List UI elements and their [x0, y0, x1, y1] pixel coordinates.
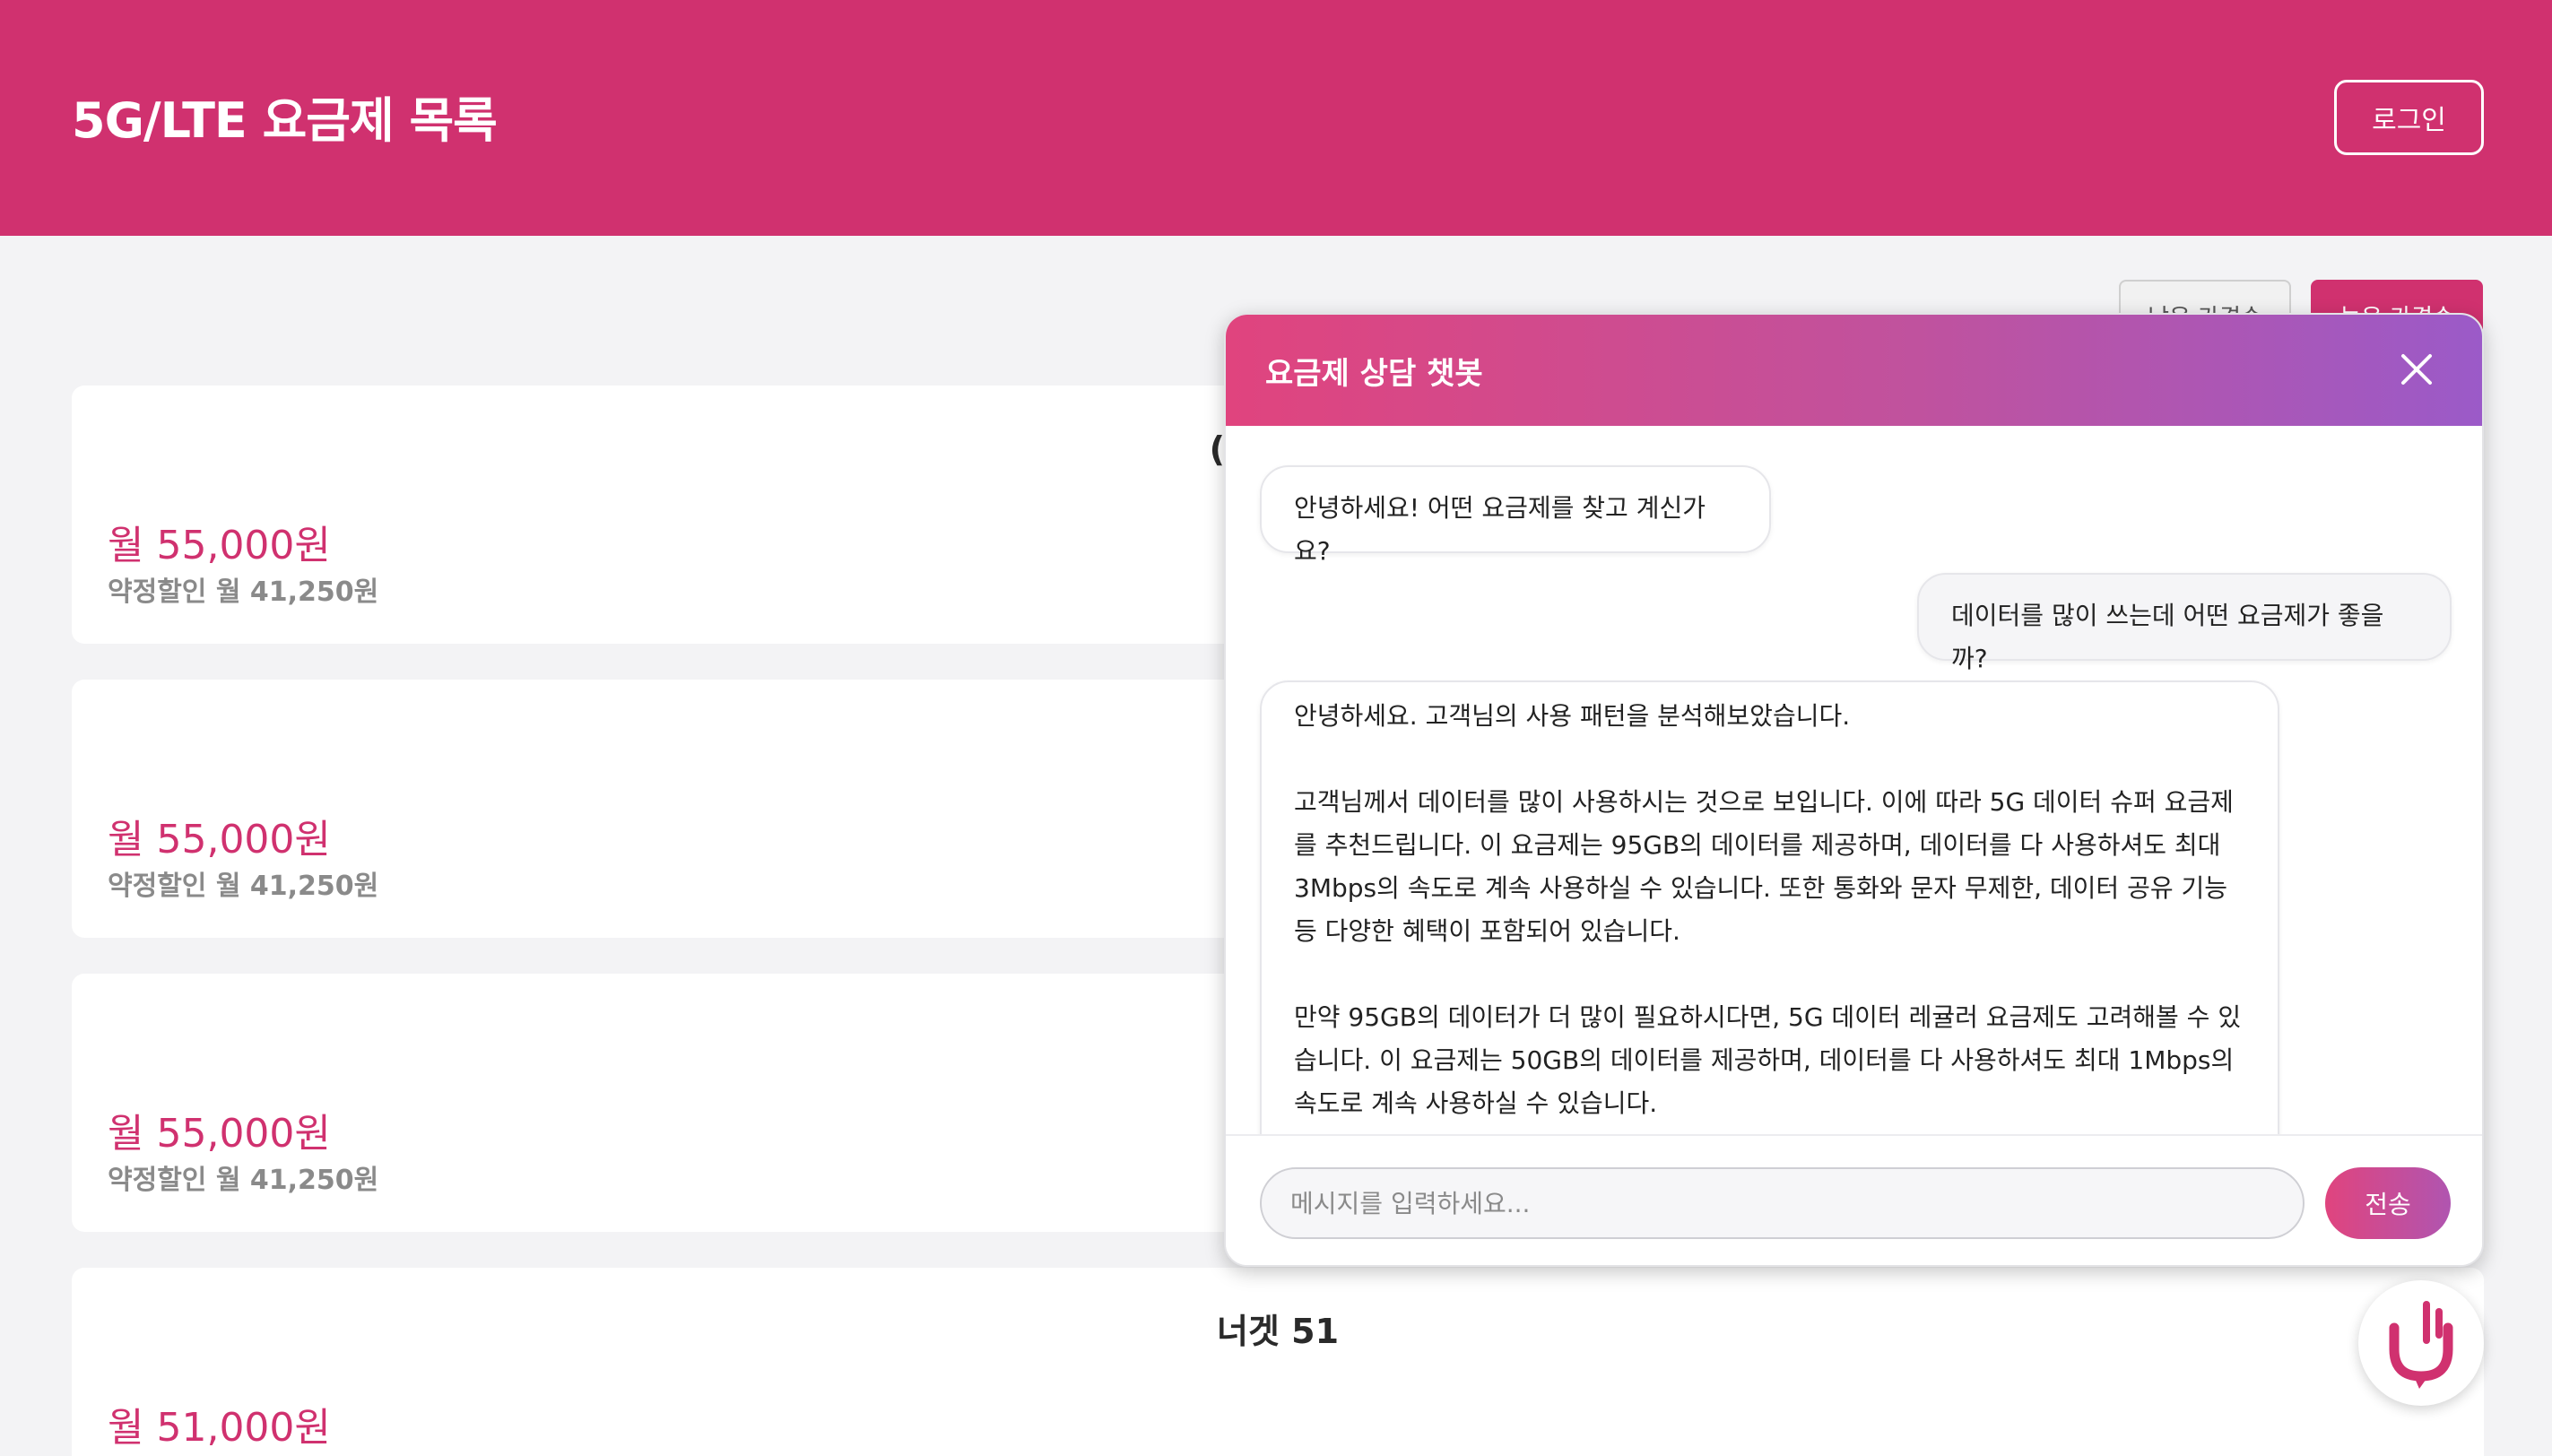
message-text: 데이터를 많이 쓰는데 어떤 요금제가 좋을까? — [1951, 601, 2384, 673]
bot-message: 안녕하세요! 어떤 요금제를 찾고 계신가요? — [1260, 465, 1771, 566]
chat-input-area: 전송 — [1226, 1134, 2482, 1265]
plan-discount: 약정할인 월 41,250원 — [108, 576, 379, 608]
login-button[interactable]: 로그인 — [2334, 80, 2484, 155]
chatbot-logo-icon — [2389, 1301, 2453, 1389]
message-input[interactable] — [1260, 1167, 2305, 1239]
chatbot-window: 요금제 상담 챗봇 안녕하세요! 어떤 요금제를 찾고 계신가요? 데이터를 많… — [1224, 313, 2484, 1267]
chatbot-header: 요금제 상담 챗봇 — [1226, 315, 2482, 426]
page-title: 5G/LTE 요금제 목록 — [72, 92, 498, 149]
user-message: 데이터를 많이 쓰는데 어떤 요금제가 좋을까? — [1917, 573, 2452, 673]
message-text: 안녕하세요! 어떤 요금제를 찾고 계신가요? — [1294, 493, 1706, 566]
plan-discount: 약정할인 월 41,250원 — [108, 1165, 379, 1196]
message-text: 안녕하세요. 고객님의 사용 패턴을 분석해보았습니다. 고객님께서 데이터를 … — [1294, 701, 2242, 1118]
plan-discount: 약정할인 월 41,250원 — [108, 871, 379, 902]
plan-name: 너겟 51 — [1216, 1312, 1340, 1351]
plan-price: 월 51,000원 — [108, 1405, 331, 1451]
chatbot-title: 요금제 상담 챗봇 — [1265, 356, 1483, 392]
bot-message: 안녕하세요. 고객님의 사용 패턴을 분석해보았습니다. 고객님께서 데이터를 … — [1260, 680, 2279, 1183]
send-button[interactable]: 전송 — [2325, 1167, 2451, 1239]
plan-price: 월 55,000원 — [108, 817, 331, 862]
close-icon[interactable] — [2394, 347, 2439, 392]
plan-price: 월 55,000원 — [108, 1111, 331, 1157]
plan-price: 월 55,000원 — [108, 523, 331, 568]
plan-card[interactable]: 너겟 51 월 51,000원 — [72, 1268, 2484, 1456]
chatbot-launcher-button[interactable] — [2358, 1280, 2484, 1406]
top-header: 5G/LTE 요금제 목록 로그인 — [0, 0, 2552, 236]
